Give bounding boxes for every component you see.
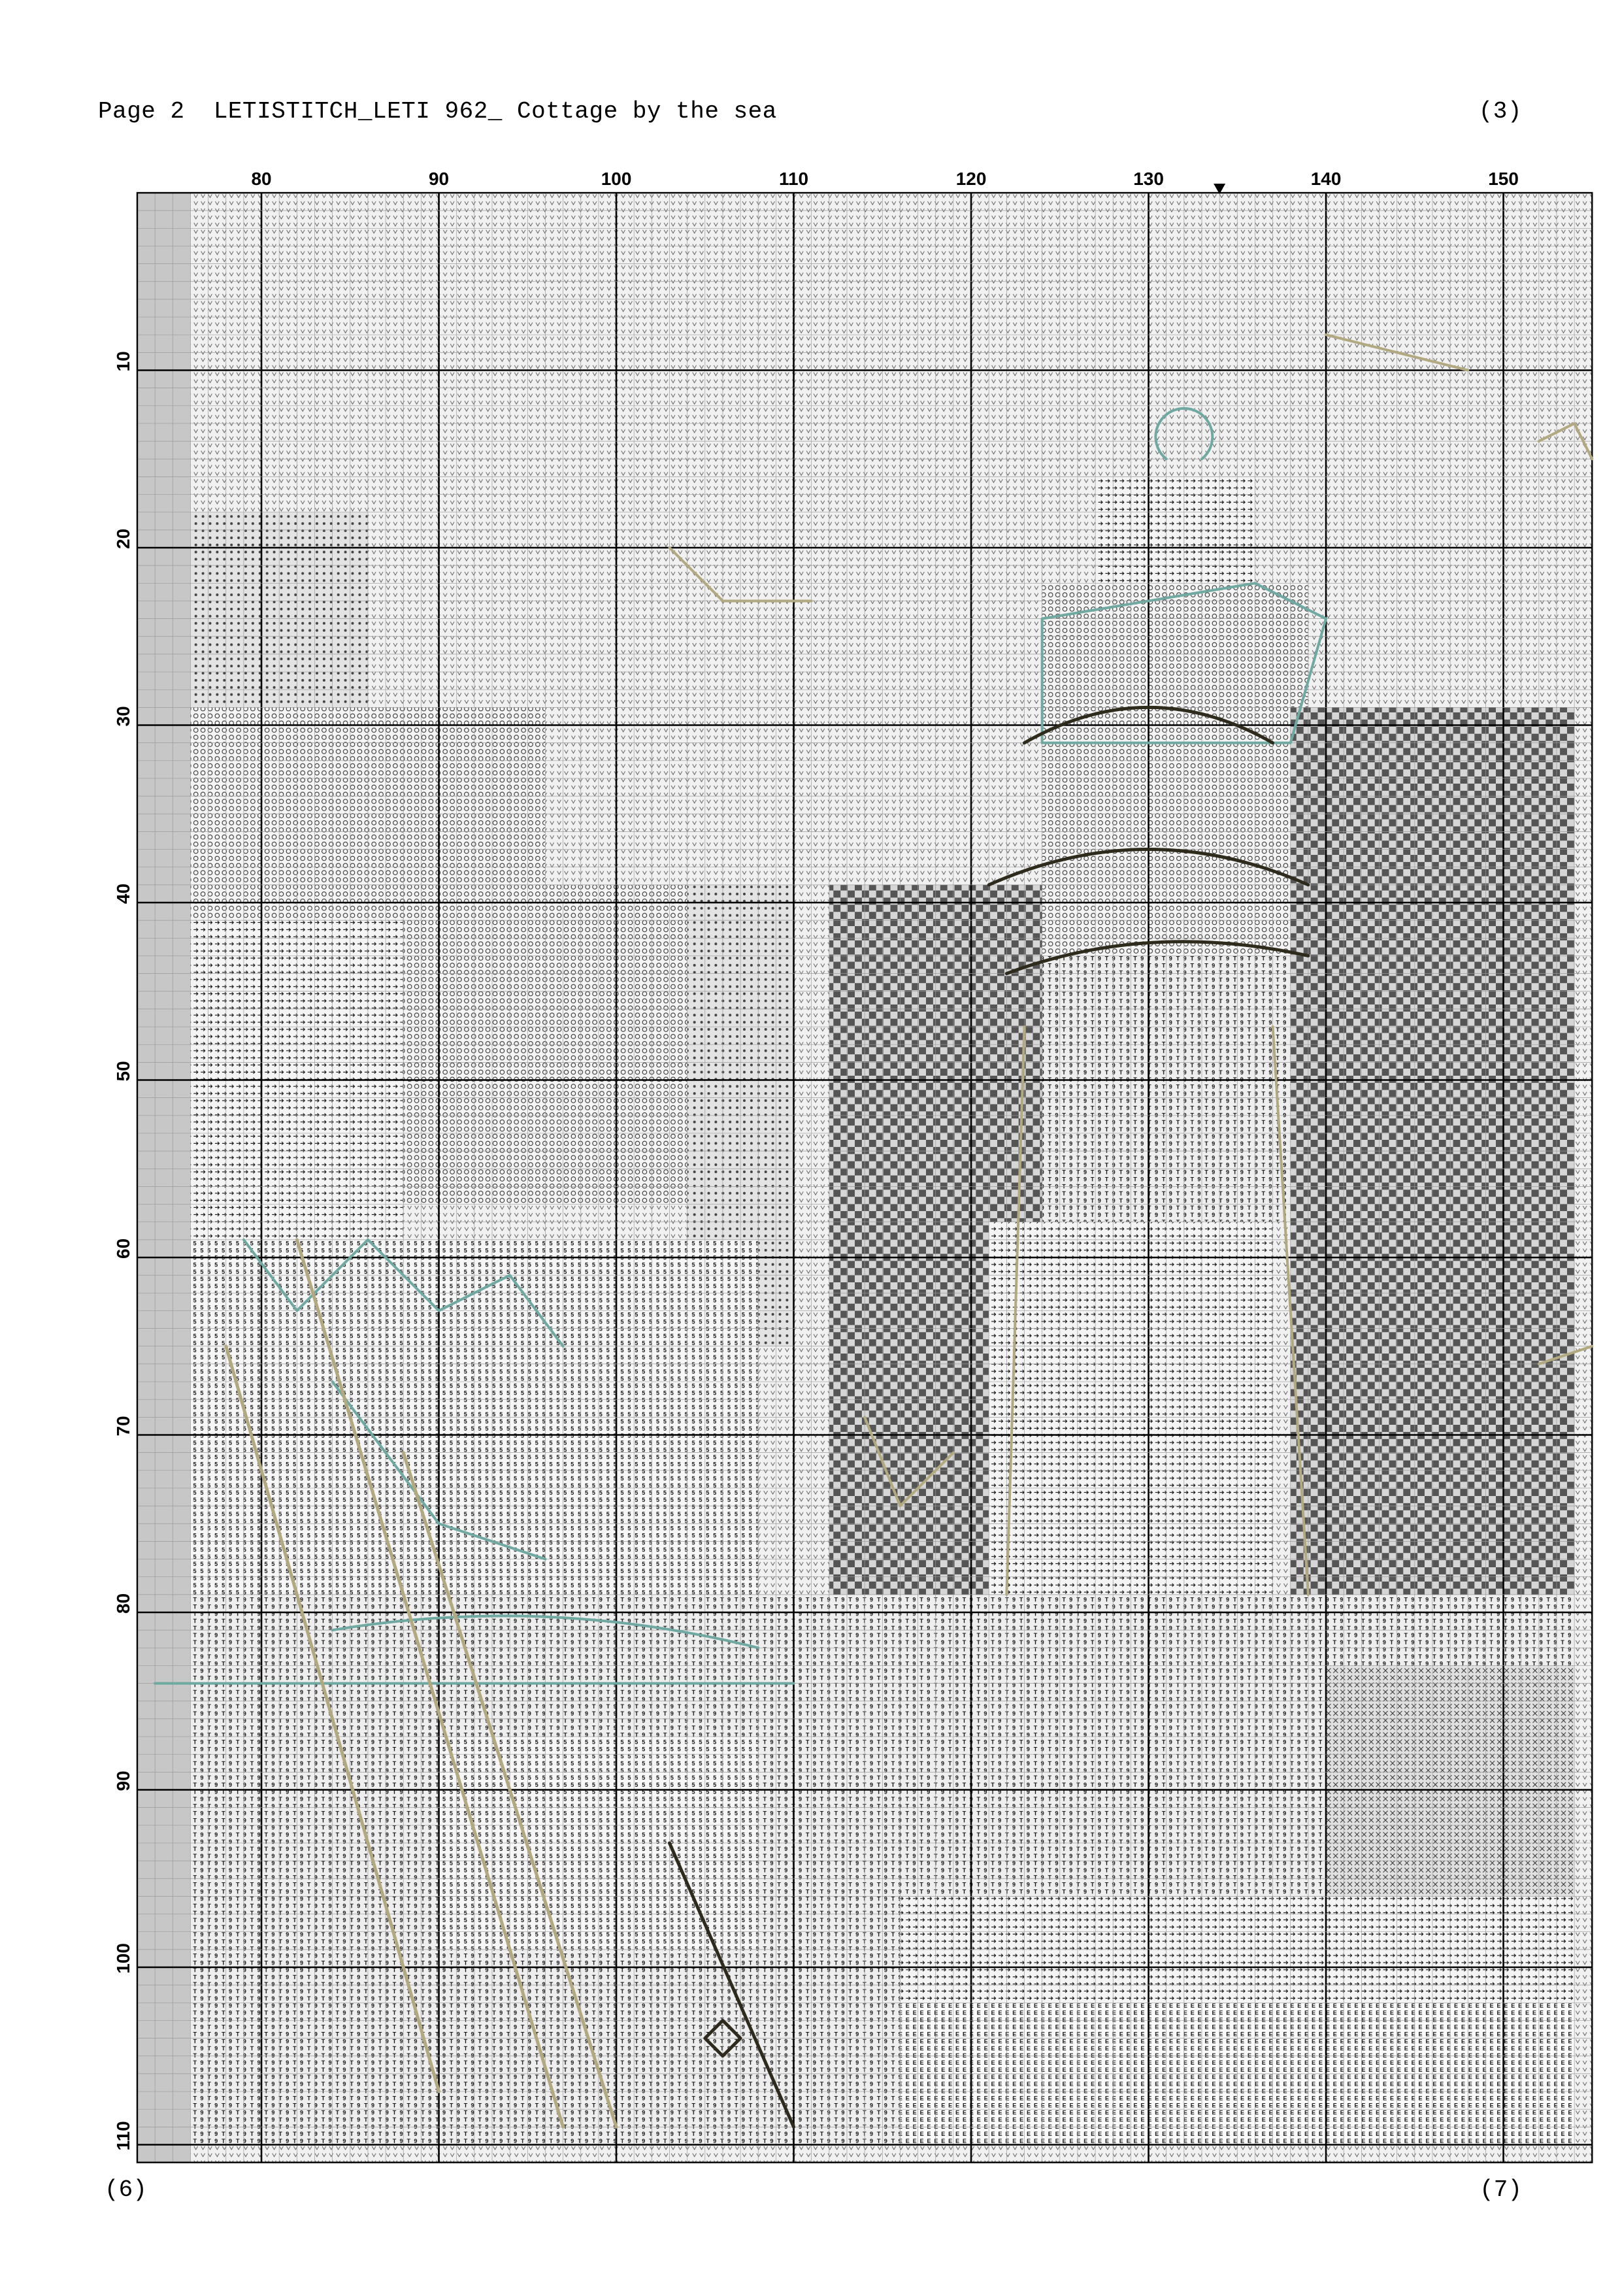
row-label-40: 40 [113,884,133,904]
row-label-20: 20 [113,529,133,549]
cross-stitch-chart: 5 9 T E [0,0,1620,2293]
footer-left-ref: (6) [105,2176,147,2203]
row-label-90: 90 [113,1771,133,1791]
overlap-strip [137,193,191,2163]
row-label-30: 30 [113,706,133,726]
row-label-70: 70 [113,1416,133,1436]
row-label-110: 110 [113,2121,133,2150]
row-label-100: 100 [113,1943,133,1974]
col-label-100: 100 [601,169,632,189]
row-label-60: 60 [113,1239,133,1259]
col-label-150: 150 [1488,169,1519,189]
footer-right-ref: (7) [1479,2176,1522,2203]
row-label-80: 80 [113,1593,133,1614]
col-label-140: 140 [1311,169,1342,189]
col-label-110: 110 [779,169,808,189]
col-label-130: 130 [1133,169,1164,189]
col-label-80: 80 [251,169,271,189]
symbol-region-10 [1042,583,1308,956]
col-label-120: 120 [956,169,987,189]
row-label-10: 10 [113,351,133,371]
col-label-90: 90 [429,169,449,189]
row-label-50: 50 [113,1061,133,1081]
pattern-grid-svg: 5 9 T E [113,169,1594,2163]
